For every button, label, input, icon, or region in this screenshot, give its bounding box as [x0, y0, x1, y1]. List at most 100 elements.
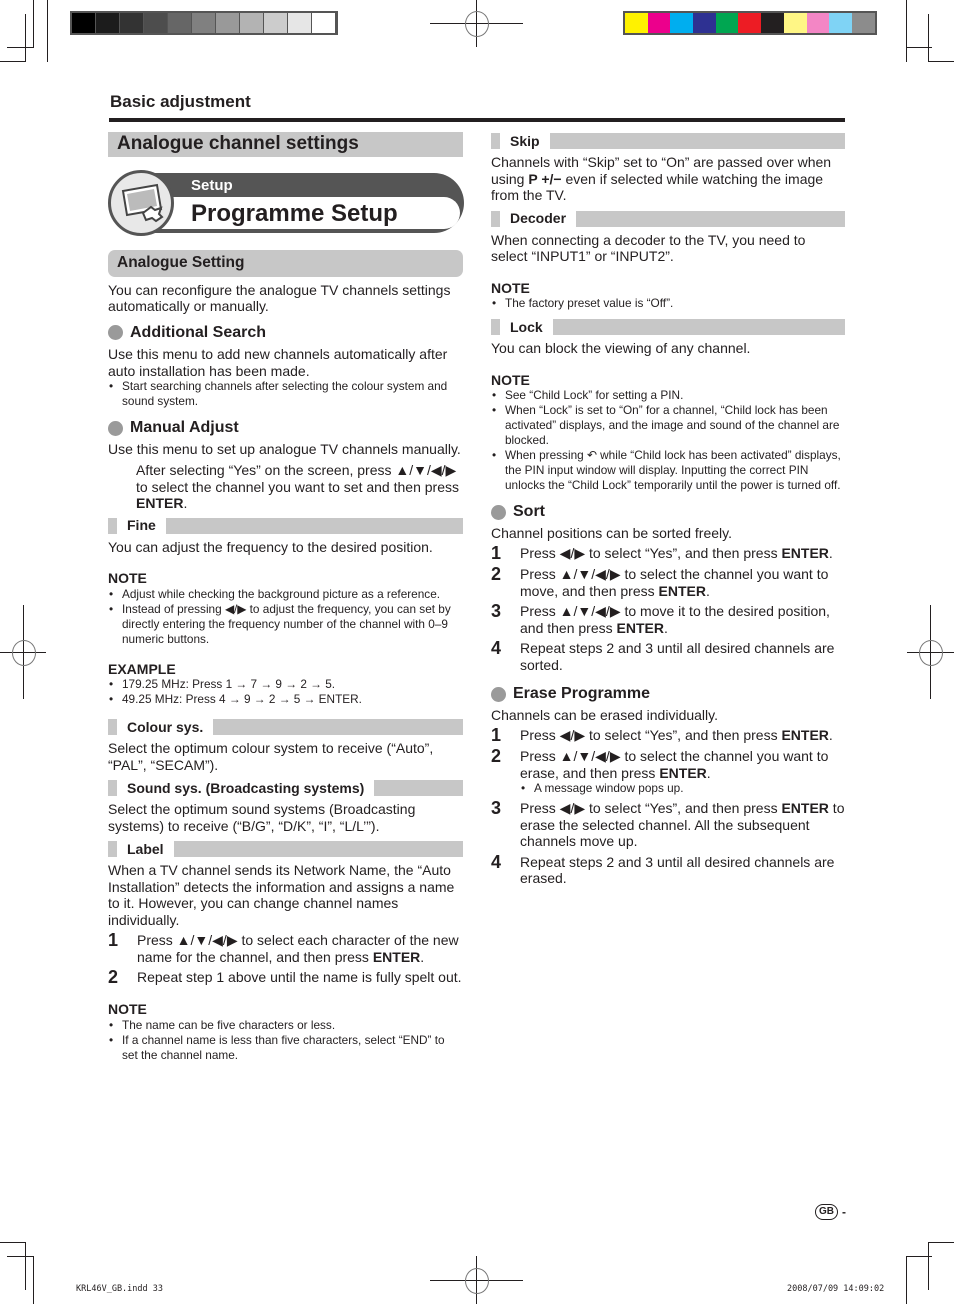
grayscale-swatch-bar	[70, 11, 338, 35]
crop-mark	[0, 61, 26, 62]
color-swatch	[783, 13, 807, 33]
example-item: 179.25 MHz: Press 1 → 7 → 9 → 2 → 5.	[108, 677, 463, 692]
erase-steps: 1 Press ◀/▶ to select “Yes”, and then pre…	[491, 725, 845, 887]
lock-note: See “Child Lock” for setting a PIN.	[491, 388, 845, 403]
bullet-dot-icon	[491, 686, 506, 702]
color-swatch	[761, 13, 784, 33]
step-item: 2 Press ▲/▼/◀/▶ to select the channel you…	[491, 747, 845, 796]
sound-sys-text: Select the optimum sound systems (Broadc…	[108, 801, 416, 834]
banner-title: Programme Setup	[191, 200, 398, 227]
gray-swatch	[72, 13, 96, 33]
additional-search-heading: Additional Search	[108, 324, 463, 342]
left-column-content: Analogue Setting You can reconfigure the…	[108, 250, 463, 1063]
crop-mark	[47, 0, 48, 62]
bullet-dot-icon	[108, 420, 123, 436]
page-title: Analogue channel settings	[108, 132, 463, 157]
label-step: 2 Repeat step 1 above until the name is …	[108, 967, 462, 987]
crop-mark	[906, 0, 907, 62]
colour-sys-text: Select the optimum colour system to rece…	[108, 740, 434, 773]
color-swatch	[625, 13, 648, 33]
label-text: When a TV channel sends its Network Name…	[108, 862, 455, 928]
color-swatch	[806, 13, 830, 33]
gray-swatch	[168, 13, 192, 33]
example-label: EXAMPLE	[108, 660, 176, 677]
crop-mark	[25, 1242, 26, 1290]
crop-mark	[906, 1256, 907, 1304]
programme-setup-banner: Setup Programme Setup	[108, 170, 466, 238]
label-note: If a channel name is less than five char…	[108, 1033, 463, 1063]
crop-mark	[928, 1242, 929, 1290]
fine-heading: Fine	[108, 517, 463, 534]
region-badge: GB	[815, 1204, 838, 1220]
page-marker: GB -	[815, 1204, 846, 1220]
color-swatch	[670, 13, 694, 33]
crop-mark	[906, 47, 932, 48]
manual-adjust-text: Use this menu to set up analogue TV chan…	[108, 440, 461, 457]
manual-adjust-heading: Manual Adjust	[108, 419, 463, 437]
decoder-text: When connecting a decoder to the TV, you…	[491, 231, 806, 265]
registration-circle	[919, 640, 943, 666]
skip-text: Channels with “Skip” set to “On” are pas…	[491, 154, 832, 203]
step-item: 4 Repeat steps 2 and 3 until all desired …	[491, 638, 835, 673]
color-swatch	[693, 13, 716, 33]
gray-swatch	[288, 13, 312, 33]
label-heading: Label	[108, 841, 463, 857]
lock-heading: Lock	[491, 319, 845, 335]
crop-mark	[928, 1242, 954, 1243]
color-swatch	[738, 13, 762, 33]
color-swatch-bar	[623, 11, 877, 35]
label-note-label: NOTE	[108, 1001, 147, 1017]
color-swatch	[647, 13, 671, 33]
bullet-dot-icon	[491, 504, 506, 520]
step-item: 3 Press ▲/▼/◀/▶ to move it to the desired…	[491, 601, 830, 636]
tv-wrench-icon	[108, 170, 174, 236]
decoder-heading: Decoder	[491, 210, 845, 227]
page-dash: -	[842, 1205, 846, 1219]
lock-text: You can block the viewing of any channel…	[491, 340, 751, 356]
gray-swatch	[216, 13, 240, 33]
crop-mark	[906, 1256, 932, 1257]
step-item: 4 Repeat steps 2 and 3 until all desired …	[491, 851, 835, 887]
color-swatch	[851, 13, 875, 33]
slug-file-info: KRL46V_GB.indd 33	[76, 1284, 163, 1294]
gray-swatch	[144, 13, 168, 33]
crop-mark	[25, 14, 26, 62]
fine-note: Adjust while checking the background pic…	[108, 587, 463, 602]
subsection-heading: Analogue Setting	[108, 250, 463, 277]
crop-mark	[7, 1256, 33, 1257]
crop-mark	[33, 0, 34, 48]
sort-text: Channel positions can be sorted freely.	[491, 524, 732, 541]
example-item: 49.25 MHz: Press 4 → 9 → 2 → 5 → ENTER.	[108, 692, 463, 707]
header-rule	[109, 118, 845, 122]
step-item: 1 Press ◀/▶ to select “Yes”, and then pre…	[491, 725, 833, 745]
step-item: 2 Press ▲/▼/◀/▶ to select the channel you…	[491, 564, 829, 599]
color-swatch	[715, 13, 739, 33]
crop-mark	[928, 14, 929, 62]
section-label: Basic adjustment	[110, 92, 251, 111]
lock-note-label: NOTE	[491, 371, 530, 388]
gray-swatch	[240, 13, 264, 33]
crop-mark	[928, 61, 954, 62]
crop-mark	[0, 1242, 26, 1243]
slug-date-info: 2008/07/09 14:09:02	[787, 1284, 885, 1294]
step-item: 3 Press ◀/▶ to select “Yes”, and then pre…	[491, 798, 845, 849]
crop-mark	[7, 47, 33, 48]
left-column: Analogue channel settings	[108, 132, 463, 157]
step-item: 1 Press ◀/▶ to select “Yes”, and then pre…	[491, 543, 833, 563]
banner-category: Setup	[191, 177, 233, 194]
colour-sys-heading: Colour sys.	[108, 719, 463, 735]
sort-steps: 1 Press ◀/▶ to select “Yes”, and then pre…	[491, 543, 845, 673]
fine-note-label: NOTE	[108, 570, 147, 586]
erase-heading: Erase Programme	[491, 685, 845, 703]
gray-swatch	[96, 13, 120, 33]
additional-search-bullet: Start searching channels after selecting…	[108, 379, 463, 409]
gray-swatch	[264, 13, 288, 33]
bullet-dot-icon	[108, 325, 123, 341]
fine-text: You can adjust the frequency to the desi…	[108, 538, 433, 555]
step-bullet: A message window pops up.	[520, 781, 845, 796]
decoder-note-label: NOTE	[491, 279, 530, 296]
skip-heading: Skip	[491, 133, 845, 149]
additional-search-text: Use this menu to add new channels automa…	[108, 346, 448, 379]
registration-circle	[12, 640, 36, 666]
color-swatch	[829, 13, 852, 33]
